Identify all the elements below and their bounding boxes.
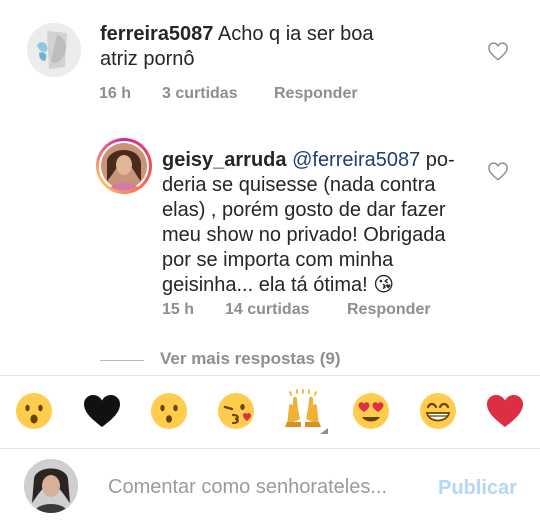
view-more-divider bbox=[100, 360, 144, 361]
reply-username[interactable]: geisy_arruda bbox=[162, 149, 287, 171]
kiss-emoji: 😘 bbox=[373, 274, 395, 296]
reply-avatar bbox=[99, 141, 149, 191]
reply-text-line1: deria se quisesse (nada contra bbox=[162, 174, 436, 196]
reply-avatar-ring[interactable] bbox=[96, 138, 152, 194]
emoji-shocked-button[interactable] bbox=[12, 389, 56, 433]
reply-text-line2: elas) , porém gosto de dar fazer bbox=[162, 199, 446, 221]
top-divider bbox=[0, 375, 540, 376]
heart-icon[interactable] bbox=[487, 41, 509, 61]
composer-avatar bbox=[24, 459, 78, 513]
publish-button[interactable]: Publicar bbox=[438, 477, 517, 500]
reply-text-line5: geisinha... ela tá ótima! bbox=[162, 274, 368, 296]
emoji-raising-hands-button[interactable] bbox=[281, 389, 325, 433]
comment-time: 16 h bbox=[99, 85, 132, 102]
emoji-black-heart-button[interactable] bbox=[80, 389, 124, 433]
comment-avatar[interactable] bbox=[27, 23, 81, 77]
comment-username[interactable]: ferreira5087 bbox=[100, 23, 213, 45]
reply-body: geisy_arruda @ferreira5087 po- deria se … bbox=[162, 148, 492, 298]
reply-likes[interactable]: 14 curtidas bbox=[225, 301, 309, 319]
view-more-replies-link[interactable]: Ver mais respostas (9) bbox=[160, 349, 340, 369]
skin-tone-indicator-icon[interactable] bbox=[320, 428, 328, 434]
emoji-kiss-button[interactable] bbox=[214, 389, 258, 433]
emoji-hushed-button[interactable] bbox=[147, 389, 191, 433]
reply-text-line3: meu show no privado! Obrigada bbox=[162, 224, 446, 246]
comment-body: ferreira5087 Acho q ia ser boa atriz por… bbox=[100, 22, 480, 72]
emoji-grin-button[interactable] bbox=[416, 389, 460, 433]
reply-text-line0: po- bbox=[425, 149, 455, 171]
heart-icon[interactable] bbox=[487, 161, 509, 181]
comment-likes[interactable]: 3 curtidas bbox=[162, 85, 238, 103]
reply-text-line4: por se importa com minha bbox=[162, 249, 394, 271]
emoji-red-heart-button[interactable] bbox=[483, 389, 527, 433]
emoji-heart-eyes-button[interactable] bbox=[349, 389, 393, 433]
comment-text-line1: Acho q ia ser boa bbox=[217, 23, 374, 45]
bottom-divider bbox=[0, 448, 540, 449]
reply-reply-button[interactable]: Responder bbox=[347, 301, 431, 319]
comment-reply-button[interactable]: Responder bbox=[274, 85, 358, 103]
reply-time: 15 h bbox=[162, 301, 195, 318]
comment-text-line2: atriz pornô bbox=[100, 48, 195, 70]
comment-input[interactable] bbox=[100, 471, 436, 503]
reply-mention-link[interactable]: @ferreira5087 bbox=[292, 149, 420, 171]
